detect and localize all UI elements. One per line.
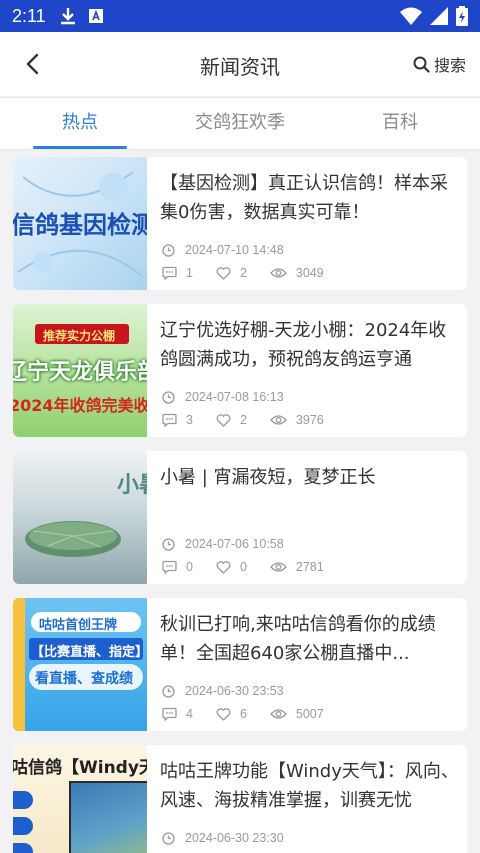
clock-icon: [162, 684, 175, 698]
heart-icon: [216, 707, 231, 721]
app-notification-icon: [88, 9, 103, 23]
page-title: 新闻资讯: [200, 55, 280, 79]
thumb-caption-line1: 辽宁天龙俱乐部: [13, 360, 147, 385]
thumb-caption-line2: 2024年收鸽完美收官: [13, 396, 147, 415]
thumb-caption: 信鸽基因检测: [13, 211, 147, 239]
thumb-left-strip: [13, 598, 25, 731]
article-thumbnail: 小暑: [13, 451, 147, 584]
clock-icon: [162, 537, 175, 551]
like-count: 6: [216, 707, 247, 721]
thumb-side-pill: [13, 791, 33, 809]
like-count: 2: [216, 266, 247, 280]
comment-icon: [162, 413, 177, 427]
thumb-caption-line1: 咕信鸽【Windy天: [13, 758, 147, 778]
search-label: 搜索: [433, 56, 466, 75]
eye-icon: [270, 415, 287, 425]
article-title: 辽宁优选好棚-天龙小棚：2024年收鸽圆满成功，预祝鸽友鸽运亨通: [160, 320, 447, 370]
eye-icon: [270, 268, 287, 278]
clock-icon: [162, 831, 175, 845]
download-icon: [60, 8, 75, 25]
article-thumbnail: 推荐实力公棚 辽宁天龙俱乐部 2024年收鸽完美收官: [13, 304, 147, 437]
thumb-map-screenshot: [69, 781, 147, 853]
comment-icon: [162, 560, 177, 574]
category-tabs: 热点 交鸽狂欢季 百科: [0, 97, 480, 149]
thumb-caption-line3: 看直播、查成绩: [35, 671, 133, 687]
view-count: 3049: [270, 266, 324, 280]
comment-count: 0: [162, 560, 193, 574]
like-count: 2: [216, 413, 247, 427]
article-thumbnail: 咕信鸽【Windy天: [13, 745, 147, 853]
article-card[interactable]: 信鸽基因检测 【基因检测】真正认识信鸽！样本采集0伤害，数据真实可靠！ 2024…: [13, 157, 467, 290]
view-count: 2781: [270, 560, 324, 574]
thumb-side-pill: [13, 843, 33, 853]
back-button[interactable]: [18, 50, 46, 78]
article-card[interactable]: 咕信鸽【Windy天 咕咕王牌功能【Windy天气】：风向、风速、海拔精准掌握，…: [13, 745, 467, 853]
view-count: 3976: [270, 413, 324, 427]
article-time: 2024-07-08 16:13: [185, 390, 284, 404]
clock-icon: [162, 243, 175, 257]
article-thumbnail: 信鸽基因检测: [13, 157, 147, 290]
wifi-icon: [400, 7, 422, 25]
article-list: 信鸽基因检测 【基因检测】真正认识信鸽！样本采集0伤害，数据真实可靠！ 2024…: [13, 157, 467, 853]
article-title: 【基因检测】真正认识信鸽！样本采集0伤害，数据真实可靠！: [160, 173, 448, 223]
comment-count: 1: [162, 266, 193, 280]
tabs-divider: [0, 149, 480, 150]
article-time: 2024-06-30 23:53: [185, 684, 284, 698]
article-title: 咕咕王牌功能【Windy天气】：风向、风速、海拔精准掌握，训赛无忧: [160, 761, 459, 811]
comment-icon: [162, 707, 177, 721]
article-time: 2024-06-30 23:30: [185, 831, 284, 845]
search-icon: [413, 56, 430, 73]
comment-count: 3: [162, 413, 193, 427]
thumb-caption-line1: 咕咕首创王牌: [39, 618, 118, 633]
like-count: 0: [216, 560, 247, 574]
chevron-left-icon: [26, 53, 39, 75]
thumb-banner: 推荐实力公棚: [43, 329, 116, 343]
clock-icon: [162, 390, 175, 404]
status-bar: 2:11: [0, 0, 480, 32]
comment-icon: [162, 266, 177, 280]
search-button[interactable]: 搜索: [413, 52, 466, 76]
thumb-caption-line2: 【比赛直播、指定】: [31, 645, 147, 660]
heart-icon: [216, 266, 231, 280]
battery-icon: [456, 6, 468, 26]
tab-encyclopedia[interactable]: 百科: [320, 98, 480, 149]
app-header: 新闻资讯 搜索: [0, 32, 480, 96]
article-card[interactable]: 推荐实力公棚 辽宁天龙俱乐部 2024年收鸽完美收官 辽宁优选好棚-天龙小棚：2…: [13, 304, 467, 437]
status-time: 2:11: [12, 5, 46, 26]
article-title: 秋训已打响,来咕咕信鸽看你的成绩单！全国超640家公棚直播中...: [160, 614, 436, 664]
tab-pigeon-carnival[interactable]: 交鸽狂欢季: [160, 98, 320, 149]
thumb-side-pill: [13, 817, 33, 835]
article-time: 2024-07-10 14:48: [185, 243, 284, 257]
article-time: 2024-07-06 10:58: [185, 537, 284, 551]
eye-icon: [270, 709, 287, 719]
heart-icon: [216, 560, 231, 574]
eye-icon: [270, 562, 287, 572]
tab-hot[interactable]: 热点: [0, 98, 160, 149]
article-card[interactable]: 小暑 小暑 | 宵漏夜短，夏梦正长 2024-07-06 10:58 0 0: [13, 451, 467, 584]
view-count: 5007: [270, 707, 324, 721]
comment-count: 4: [162, 707, 193, 721]
article-title: 小暑 | 宵漏夜短，夏梦正长: [160, 467, 376, 488]
article-card[interactable]: 咕咕首创王牌 【比赛直播、指定】 看直播、查成绩 秋训已打响,来咕咕信鸽看你的成…: [13, 598, 467, 731]
heart-icon: [216, 413, 231, 427]
signal-icon: [430, 7, 448, 25]
thumb-caption: 小暑: [117, 473, 147, 498]
article-thumbnail: 咕咕首创王牌 【比赛直播、指定】 看直播、查成绩: [13, 598, 147, 731]
